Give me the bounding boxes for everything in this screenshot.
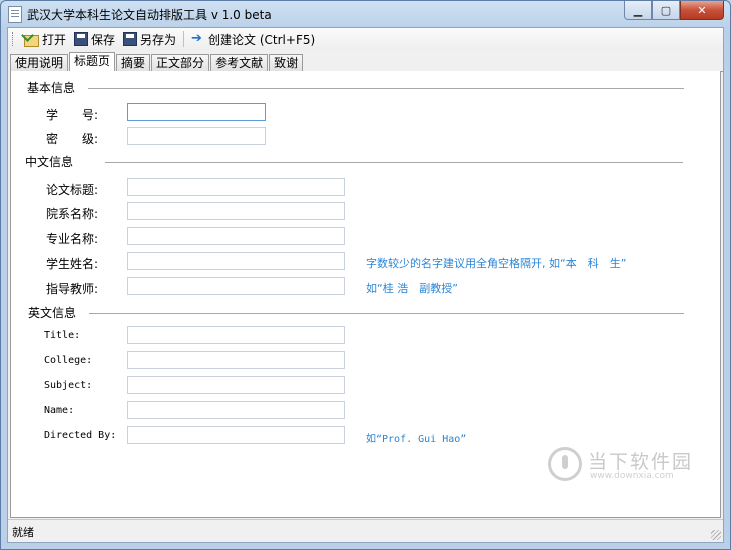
- en-title-input[interactable]: [127, 326, 345, 344]
- resize-grip[interactable]: [711, 530, 721, 540]
- group-basic-divider: [88, 88, 684, 89]
- tab-acknowledgements[interactable]: 致谢: [269, 54, 304, 71]
- open-label: 打开: [42, 32, 67, 47]
- create-paper-button[interactable]: ➔ 创建论文 (Ctrl+F5): [187, 29, 319, 49]
- directed-by-hint: 如“Prof. Gui Hao”: [366, 434, 467, 445]
- group-english-label: 英文信息: [28, 306, 77, 320]
- tab-title-page[interactable]: 标题页: [69, 52, 116, 72]
- tab-body[interactable]: 正文部分: [151, 54, 210, 71]
- student-id-label: 学 号:: [46, 108, 99, 122]
- client-area: 打开 保存 另存为 ➔ 创建论文 (Ctrl+F5) 使用说明 标题页 摘要 正…: [7, 27, 724, 543]
- student-name-hint: 字数较少的名字建议用全角空格隔开, 如“本 科 生”: [366, 257, 627, 270]
- save-label: 保存: [91, 32, 116, 47]
- watermark-url: www.downxia.com: [590, 471, 674, 481]
- maximize-button[interactable]: ▢: [652, 1, 680, 20]
- group-english-divider: [89, 313, 684, 314]
- group-basic-label: 基本信息: [27, 81, 76, 95]
- arrow-right-icon: ➔: [191, 31, 202, 46]
- maximize-icon: ▢: [660, 3, 672, 17]
- create-paper-label: 创建论文 (Ctrl+F5): [208, 32, 316, 47]
- window-title: 武汉大学本科生论文自动排版工具 v 1.0 beta: [27, 8, 272, 22]
- open-folder-icon: [24, 34, 39, 47]
- title-bar[interactable]: 武汉大学本科生论文自动排版工具 v 1.0 beta ▁ ▢ ✕: [1, 1, 730, 27]
- toolbar-separator: [183, 31, 185, 47]
- advisor-hint: 如“桂 浩 副教授”: [366, 282, 458, 295]
- subject-input[interactable]: [127, 376, 345, 394]
- student-id-input[interactable]: [127, 103, 266, 121]
- directed-by-label: Directed By:: [44, 430, 117, 441]
- watermark-text: 当下软件园: [588, 451, 694, 473]
- watermark-logo-icon: [548, 447, 582, 481]
- close-button[interactable]: ✕: [680, 1, 724, 20]
- en-title-label: Title:: [44, 330, 81, 341]
- save-as-label: 另存为: [140, 32, 177, 47]
- student-name-label: 学生姓名:: [46, 257, 99, 271]
- security-level-label: 密 级:: [46, 132, 99, 146]
- dept-label: 院系名称:: [46, 207, 99, 221]
- group-chinese-divider: [105, 162, 683, 163]
- app-icon: [8, 6, 22, 23]
- title-page-panel: 基本信息 学 号: 密 级: 中文信息 论文标题: 院系名称: 专业名称: 学生…: [10, 71, 721, 518]
- toolbar-grip[interactable]: [12, 32, 16, 46]
- tab-abstract[interactable]: 摘要: [116, 54, 151, 71]
- student-name-input[interactable]: [127, 252, 345, 270]
- close-icon: ✕: [697, 3, 707, 17]
- status-text: 就绪: [12, 526, 34, 539]
- group-chinese-label: 中文信息: [25, 155, 74, 169]
- app-window: 武汉大学本科生论文自动排版工具 v 1.0 beta ▁ ▢ ✕ 打开 保存 另…: [0, 0, 731, 550]
- cn-title-label: 论文标题:: [46, 183, 99, 197]
- advisor-label: 指导教师:: [46, 282, 99, 296]
- save-as-button[interactable]: 另存为: [119, 29, 180, 49]
- floppy-disk-icon: [74, 32, 89, 46]
- en-name-input[interactable]: [127, 401, 345, 419]
- en-name-label: Name:: [44, 405, 75, 416]
- watermark: 当下软件园 www.downxia.com: [548, 445, 698, 485]
- tab-references[interactable]: 参考文献: [210, 54, 269, 71]
- save-button[interactable]: 保存: [70, 29, 119, 49]
- minimize-icon: ▁: [633, 3, 643, 17]
- major-label: 专业名称:: [46, 232, 99, 246]
- cn-title-input[interactable]: [127, 178, 345, 196]
- advisor-input[interactable]: [127, 277, 345, 295]
- college-input[interactable]: [127, 351, 345, 369]
- open-button[interactable]: 打开: [20, 29, 70, 49]
- security-level-input[interactable]: [127, 127, 266, 145]
- toolbar: 打开 保存 另存为 ➔ 创建论文 (Ctrl+F5): [8, 28, 723, 50]
- minimize-button[interactable]: ▁: [624, 1, 652, 20]
- status-bar: 就绪: [8, 519, 723, 542]
- tab-strip: 使用说明 标题页 摘要 正文部分 参考文献 致谢: [10, 52, 723, 72]
- dept-input[interactable]: [127, 202, 345, 220]
- college-label: College:: [44, 355, 93, 366]
- save-as-icon: [123, 32, 138, 46]
- caption-buttons: ▁ ▢ ✕: [624, 1, 724, 20]
- subject-label: Subject:: [44, 380, 93, 391]
- major-input[interactable]: [127, 227, 345, 245]
- directed-by-input[interactable]: [127, 426, 345, 444]
- tab-instructions[interactable]: 使用说明: [10, 54, 69, 71]
